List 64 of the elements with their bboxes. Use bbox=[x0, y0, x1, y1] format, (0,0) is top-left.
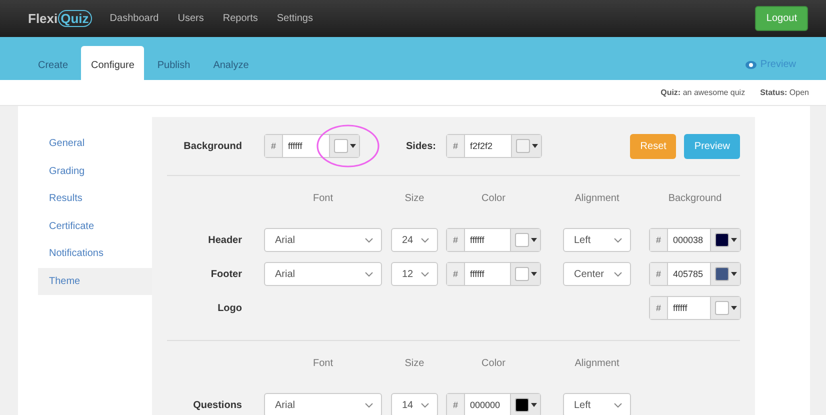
quiz-info: Status: Open bbox=[760, 88, 809, 97]
quiz-info: Quiz: an awesome quiz bbox=[660, 88, 746, 97]
caret-icon bbox=[530, 403, 536, 407]
sidebar-item[interactable]: Grading bbox=[38, 158, 152, 185]
caret-icon bbox=[350, 144, 356, 148]
size-select[interactable]: 14 bbox=[391, 393, 438, 415]
chevron-down-icon bbox=[421, 238, 429, 242]
alignment-select[interactable]: Left bbox=[563, 228, 631, 252]
size-select[interactable]: 12 bbox=[391, 262, 438, 286]
font-select[interactable]: Arial bbox=[264, 262, 382, 286]
font-select[interactable]: Arial bbox=[264, 228, 382, 252]
highlight-circle bbox=[316, 124, 380, 168]
chevron-down-icon bbox=[614, 272, 622, 276]
chevron-down-icon bbox=[365, 272, 373, 276]
column-heading: Alignment bbox=[574, 192, 620, 204]
caret-icon bbox=[532, 144, 538, 148]
row-label: Footer bbox=[210, 268, 242, 280]
color-field[interactable]: # ffffff bbox=[446, 228, 541, 252]
alignment-select[interactable]: Left bbox=[563, 393, 631, 415]
caret-icon bbox=[730, 238, 736, 242]
size-select[interactable]: 24 bbox=[391, 228, 438, 252]
eye-icon bbox=[745, 60, 758, 70]
caret-icon bbox=[730, 272, 736, 276]
nav-link[interactable]: Settings bbox=[276, 13, 313, 24]
font-select[interactable]: Arial bbox=[264, 393, 382, 415]
color-field[interactable]: # ffffff bbox=[649, 296, 741, 320]
sidebar-item[interactable]: Certificate bbox=[38, 212, 152, 240]
color-field[interactable]: # 000000 bbox=[446, 393, 541, 415]
column-heading: Color bbox=[480, 192, 506, 204]
color-field[interactable]: # ffffff bbox=[446, 262, 541, 286]
chevron-down-icon bbox=[365, 402, 373, 408]
alignment-select[interactable]: Center bbox=[563, 262, 631, 286]
caret-icon bbox=[730, 306, 736, 310]
field-label: Sides: bbox=[406, 140, 436, 152]
column-heading: Font bbox=[312, 192, 334, 204]
column-heading: Color bbox=[480, 357, 506, 369]
color-field[interactable]: # ffffff bbox=[264, 134, 360, 158]
column-heading: Size bbox=[404, 357, 426, 369]
row-label: Header bbox=[207, 234, 242, 246]
field-label: Background bbox=[182, 140, 242, 152]
column-heading: Background bbox=[667, 192, 723, 204]
row-label: Questions bbox=[192, 400, 242, 410]
sidebar-item[interactable]: Theme bbox=[38, 268, 152, 295]
nav-link[interactable]: Users bbox=[178, 13, 204, 24]
caret-icon bbox=[530, 272, 536, 276]
nav-link[interactable]: Reports bbox=[222, 13, 258, 24]
row-label: Logo bbox=[216, 302, 242, 314]
sidebar-item[interactable]: Notifications bbox=[38, 240, 152, 268]
chevron-down-icon bbox=[365, 238, 373, 242]
color-field[interactable]: # f2f2f2 bbox=[446, 134, 542, 158]
column-heading: Alignment bbox=[574, 357, 620, 369]
chevron-down-icon bbox=[421, 402, 429, 408]
tab[interactable]: Configure bbox=[81, 46, 144, 80]
caret-icon bbox=[530, 238, 536, 242]
column-heading: Size bbox=[404, 192, 426, 204]
chevron-down-icon bbox=[614, 238, 622, 242]
nav-link[interactable]: Dashboard bbox=[110, 13, 159, 24]
color-field[interactable]: # 405785 bbox=[649, 262, 741, 286]
color-field[interactable]: # 000038 bbox=[649, 228, 741, 252]
column-heading: Font bbox=[312, 357, 334, 369]
sidebar-item[interactable]: General bbox=[38, 130, 152, 158]
sidebar-item[interactable]: Results bbox=[38, 185, 152, 212]
chevron-down-icon bbox=[614, 402, 622, 408]
chevron-down-icon bbox=[421, 272, 429, 276]
